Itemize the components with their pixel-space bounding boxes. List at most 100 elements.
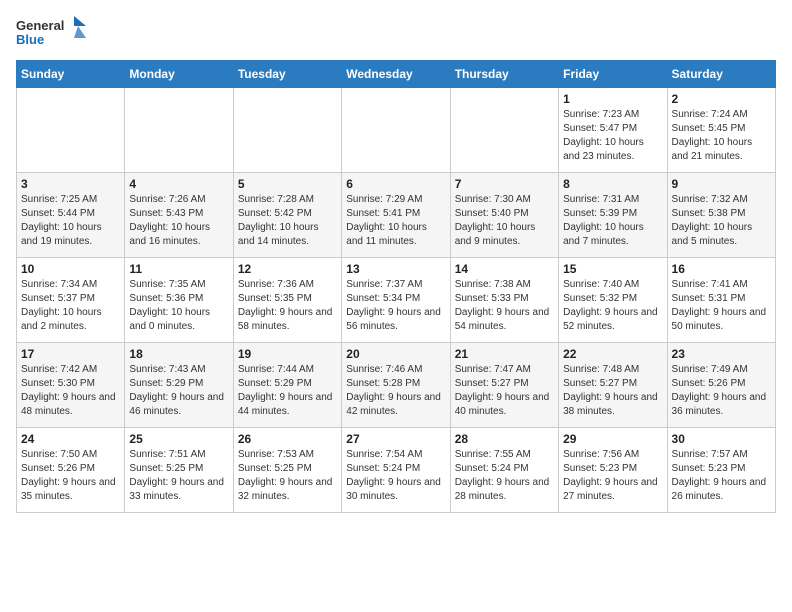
week-row-1: 1Sunrise: 7:23 AM Sunset: 5:47 PM Daylig… bbox=[17, 88, 776, 173]
day-cell: 27Sunrise: 7:54 AM Sunset: 5:24 PM Dayli… bbox=[342, 428, 450, 513]
weekday-header-monday: Monday bbox=[125, 61, 233, 88]
day-cell bbox=[125, 88, 233, 173]
day-info: Sunrise: 7:43 AM Sunset: 5:29 PM Dayligh… bbox=[129, 363, 228, 419]
day-number: 22 bbox=[563, 347, 662, 361]
day-cell: 18 Sunrise: 7:43 AM Sunset: 5:29 PM Dayli… bbox=[125, 343, 233, 428]
day-cell: 20 Sunrise: 7:46 AM Sunset: 5:28 PM Dayli… bbox=[342, 343, 450, 428]
day-number: 18 bbox=[129, 347, 228, 361]
day-number: 30 bbox=[672, 432, 771, 446]
week-row-4: 17Sunrise: 7:42 AM Sunset: 5:30 PM Dayli… bbox=[17, 343, 776, 428]
day-number: 29 bbox=[563, 432, 662, 446]
day-cell: 24 Sunrise: 7:50 AM Sunset: 5:26 PM Dayli… bbox=[17, 428, 125, 513]
day-info: Sunrise: 7:55 AM Sunset: 5:24 PM Dayligh… bbox=[455, 448, 554, 504]
day-info: Sunrise: 7:41 AM Sunset: 5:31 PM Dayligh… bbox=[672, 278, 771, 334]
day-info: Sunrise: 7:44 AM Sunset: 5:29 PM Dayligh… bbox=[238, 363, 337, 419]
day-number: 16 bbox=[672, 262, 771, 276]
day-cell: 23 Sunrise: 7:49 AM Sunset: 5:26 PM Dayli… bbox=[667, 343, 775, 428]
day-cell bbox=[342, 88, 450, 173]
day-number: 7 bbox=[455, 177, 554, 191]
day-info: Sunrise: 7:46 AM Sunset: 5:28 PM Dayligh… bbox=[346, 363, 445, 419]
day-number: 11 bbox=[129, 262, 228, 276]
header: GeneralBlue bbox=[16, 16, 776, 52]
day-cell: 16 Sunrise: 7:41 AM Sunset: 5:31 PM Dayli… bbox=[667, 258, 775, 343]
day-number: 4 bbox=[129, 177, 228, 191]
day-info: Sunrise: 7:49 AM Sunset: 5:26 PM Dayligh… bbox=[672, 363, 771, 419]
day-cell: 29 Sunrise: 7:56 AM Sunset: 5:23 PM Dayli… bbox=[559, 428, 667, 513]
day-info: Sunrise: 7:37 AM Sunset: 5:34 PM Dayligh… bbox=[346, 278, 445, 334]
day-cell: 21 Sunrise: 7:47 AM Sunset: 5:27 PM Dayli… bbox=[450, 343, 558, 428]
day-number: 26 bbox=[238, 432, 337, 446]
day-info: Sunrise: 7:47 AM Sunset: 5:27 PM Dayligh… bbox=[455, 363, 554, 419]
day-number: 9 bbox=[672, 177, 771, 191]
day-cell: 3 Sunrise: 7:25 AM Sunset: 5:44 PM Daylig… bbox=[17, 173, 125, 258]
day-info: Sunrise: 7:31 AM Sunset: 5:39 PM Dayligh… bbox=[563, 193, 662, 249]
day-number: 25 bbox=[129, 432, 228, 446]
day-info: Sunrise: 7:35 AM Sunset: 5:36 PM Dayligh… bbox=[129, 278, 228, 334]
day-info: Sunrise: 7:34 AM Sunset: 5:37 PM Dayligh… bbox=[21, 278, 120, 334]
day-number: 5 bbox=[238, 177, 337, 191]
day-cell: 25Sunrise: 7:51 AM Sunset: 5:25 PM Dayli… bbox=[125, 428, 233, 513]
day-number: 20 bbox=[346, 347, 445, 361]
day-cell bbox=[17, 88, 125, 173]
day-cell: 8 Sunrise: 7:31 AM Sunset: 5:39 PM Daylig… bbox=[559, 173, 667, 258]
logo: GeneralBlue bbox=[16, 16, 86, 52]
day-cell: 11 Sunrise: 7:35 AM Sunset: 5:36 PM Dayli… bbox=[125, 258, 233, 343]
week-row-5: 24 Sunrise: 7:50 AM Sunset: 5:26 PM Dayli… bbox=[17, 428, 776, 513]
day-info: Sunrise: 7:32 AM Sunset: 5:38 PM Dayligh… bbox=[672, 193, 771, 249]
day-number: 24 bbox=[21, 432, 120, 446]
day-number: 8 bbox=[563, 177, 662, 191]
day-number: 10 bbox=[21, 262, 120, 276]
day-cell: 4Sunrise: 7:26 AM Sunset: 5:43 PM Daylig… bbox=[125, 173, 233, 258]
svg-text:Blue: Blue bbox=[16, 32, 44, 47]
weekday-header-row: SundayMondayTuesdayWednesdayThursdayFrid… bbox=[17, 61, 776, 88]
weekday-header-tuesday: Tuesday bbox=[233, 61, 341, 88]
weekday-header-wednesday: Wednesday bbox=[342, 61, 450, 88]
day-cell: 14Sunrise: 7:38 AM Sunset: 5:33 PM Dayli… bbox=[450, 258, 558, 343]
day-number: 3 bbox=[21, 177, 120, 191]
day-cell: 5 Sunrise: 7:28 AM Sunset: 5:42 PM Daylig… bbox=[233, 173, 341, 258]
day-info: Sunrise: 7:30 AM Sunset: 5:40 PM Dayligh… bbox=[455, 193, 554, 249]
day-number: 13 bbox=[346, 262, 445, 276]
day-number: 14 bbox=[455, 262, 554, 276]
weekday-header-saturday: Saturday bbox=[667, 61, 775, 88]
day-info: Sunrise: 7:53 AM Sunset: 5:25 PM Dayligh… bbox=[238, 448, 337, 504]
day-cell: 22 Sunrise: 7:48 AM Sunset: 5:27 PM Dayli… bbox=[559, 343, 667, 428]
weekday-header-sunday: Sunday bbox=[17, 61, 125, 88]
day-cell: 13 Sunrise: 7:37 AM Sunset: 5:34 PM Dayli… bbox=[342, 258, 450, 343]
day-number: 28 bbox=[455, 432, 554, 446]
day-cell: 12 Sunrise: 7:36 AM Sunset: 5:35 PM Dayli… bbox=[233, 258, 341, 343]
day-number: 23 bbox=[672, 347, 771, 361]
day-number: 19 bbox=[238, 347, 337, 361]
day-info: Sunrise: 7:57 AM Sunset: 5:23 PM Dayligh… bbox=[672, 448, 771, 504]
day-cell: 19 Sunrise: 7:44 AM Sunset: 5:29 PM Dayli… bbox=[233, 343, 341, 428]
day-cell: 1Sunrise: 7:23 AM Sunset: 5:47 PM Daylig… bbox=[559, 88, 667, 173]
day-info: Sunrise: 7:48 AM Sunset: 5:27 PM Dayligh… bbox=[563, 363, 662, 419]
day-info: Sunrise: 7:29 AM Sunset: 5:41 PM Dayligh… bbox=[346, 193, 445, 249]
day-cell: 17Sunrise: 7:42 AM Sunset: 5:30 PM Dayli… bbox=[17, 343, 125, 428]
day-info: Sunrise: 7:36 AM Sunset: 5:35 PM Dayligh… bbox=[238, 278, 337, 334]
day-cell: 2 Sunrise: 7:24 AM Sunset: 5:45 PM Daylig… bbox=[667, 88, 775, 173]
day-info: Sunrise: 7:56 AM Sunset: 5:23 PM Dayligh… bbox=[563, 448, 662, 504]
day-info: Sunrise: 7:54 AM Sunset: 5:24 PM Dayligh… bbox=[346, 448, 445, 504]
day-cell: 6 Sunrise: 7:29 AM Sunset: 5:41 PM Daylig… bbox=[342, 173, 450, 258]
day-cell: 9 Sunrise: 7:32 AM Sunset: 5:38 PM Daylig… bbox=[667, 173, 775, 258]
day-cell bbox=[233, 88, 341, 173]
weekday-header-friday: Friday bbox=[559, 61, 667, 88]
svg-text:General: General bbox=[16, 18, 64, 33]
day-info: Sunrise: 7:28 AM Sunset: 5:42 PM Dayligh… bbox=[238, 193, 337, 249]
day-cell bbox=[450, 88, 558, 173]
day-number: 6 bbox=[346, 177, 445, 191]
day-info: Sunrise: 7:25 AM Sunset: 5:44 PM Dayligh… bbox=[21, 193, 120, 249]
day-info: Sunrise: 7:50 AM Sunset: 5:26 PM Dayligh… bbox=[21, 448, 120, 504]
day-number: 21 bbox=[455, 347, 554, 361]
day-info: Sunrise: 7:40 AM Sunset: 5:32 PM Dayligh… bbox=[563, 278, 662, 334]
day-info: Sunrise: 7:42 AM Sunset: 5:30 PM Dayligh… bbox=[21, 363, 120, 419]
day-cell: 15Sunrise: 7:40 AM Sunset: 5:32 PM Dayli… bbox=[559, 258, 667, 343]
calendar: SundayMondayTuesdayWednesdayThursdayFrid… bbox=[16, 60, 776, 513]
day-cell: 28 Sunrise: 7:55 AM Sunset: 5:24 PM Dayli… bbox=[450, 428, 558, 513]
week-row-3: 10 Sunrise: 7:34 AM Sunset: 5:37 PM Dayli… bbox=[17, 258, 776, 343]
day-number: 2 bbox=[672, 92, 771, 106]
day-number: 1 bbox=[563, 92, 662, 106]
day-info: Sunrise: 7:24 AM Sunset: 5:45 PM Dayligh… bbox=[672, 108, 771, 164]
day-number: 12 bbox=[238, 262, 337, 276]
